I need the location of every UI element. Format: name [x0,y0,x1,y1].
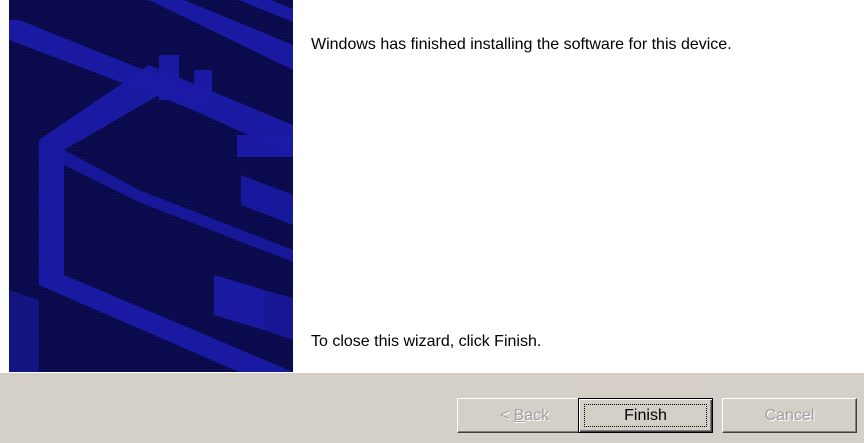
finish-button-label: Finish [624,406,667,424]
cancel-button-label: Cancel [764,406,815,424]
back-button-accelerator: B [513,406,525,424]
close-instruction: To close this wizard, click Finish. [311,333,542,350]
back-button[interactable]: < Back [457,398,592,433]
back-button-rest: ack [524,406,550,424]
cancel-button[interactable]: Cancel [722,398,857,433]
found-new-hardware-wizard: Windows has finished installing the soft… [0,0,864,443]
wizard-button-bar: < Back Finish Cancel [0,373,864,443]
finish-message: Windows has finished installing the soft… [311,36,732,53]
hardware-wizard-banner-icon [9,0,293,372]
wizard-banner-image [9,0,293,372]
finish-button[interactable]: Finish [578,398,713,433]
back-button-prefix: < [499,406,514,424]
wizard-content-area: Windows has finished installing the soft… [0,0,864,372]
